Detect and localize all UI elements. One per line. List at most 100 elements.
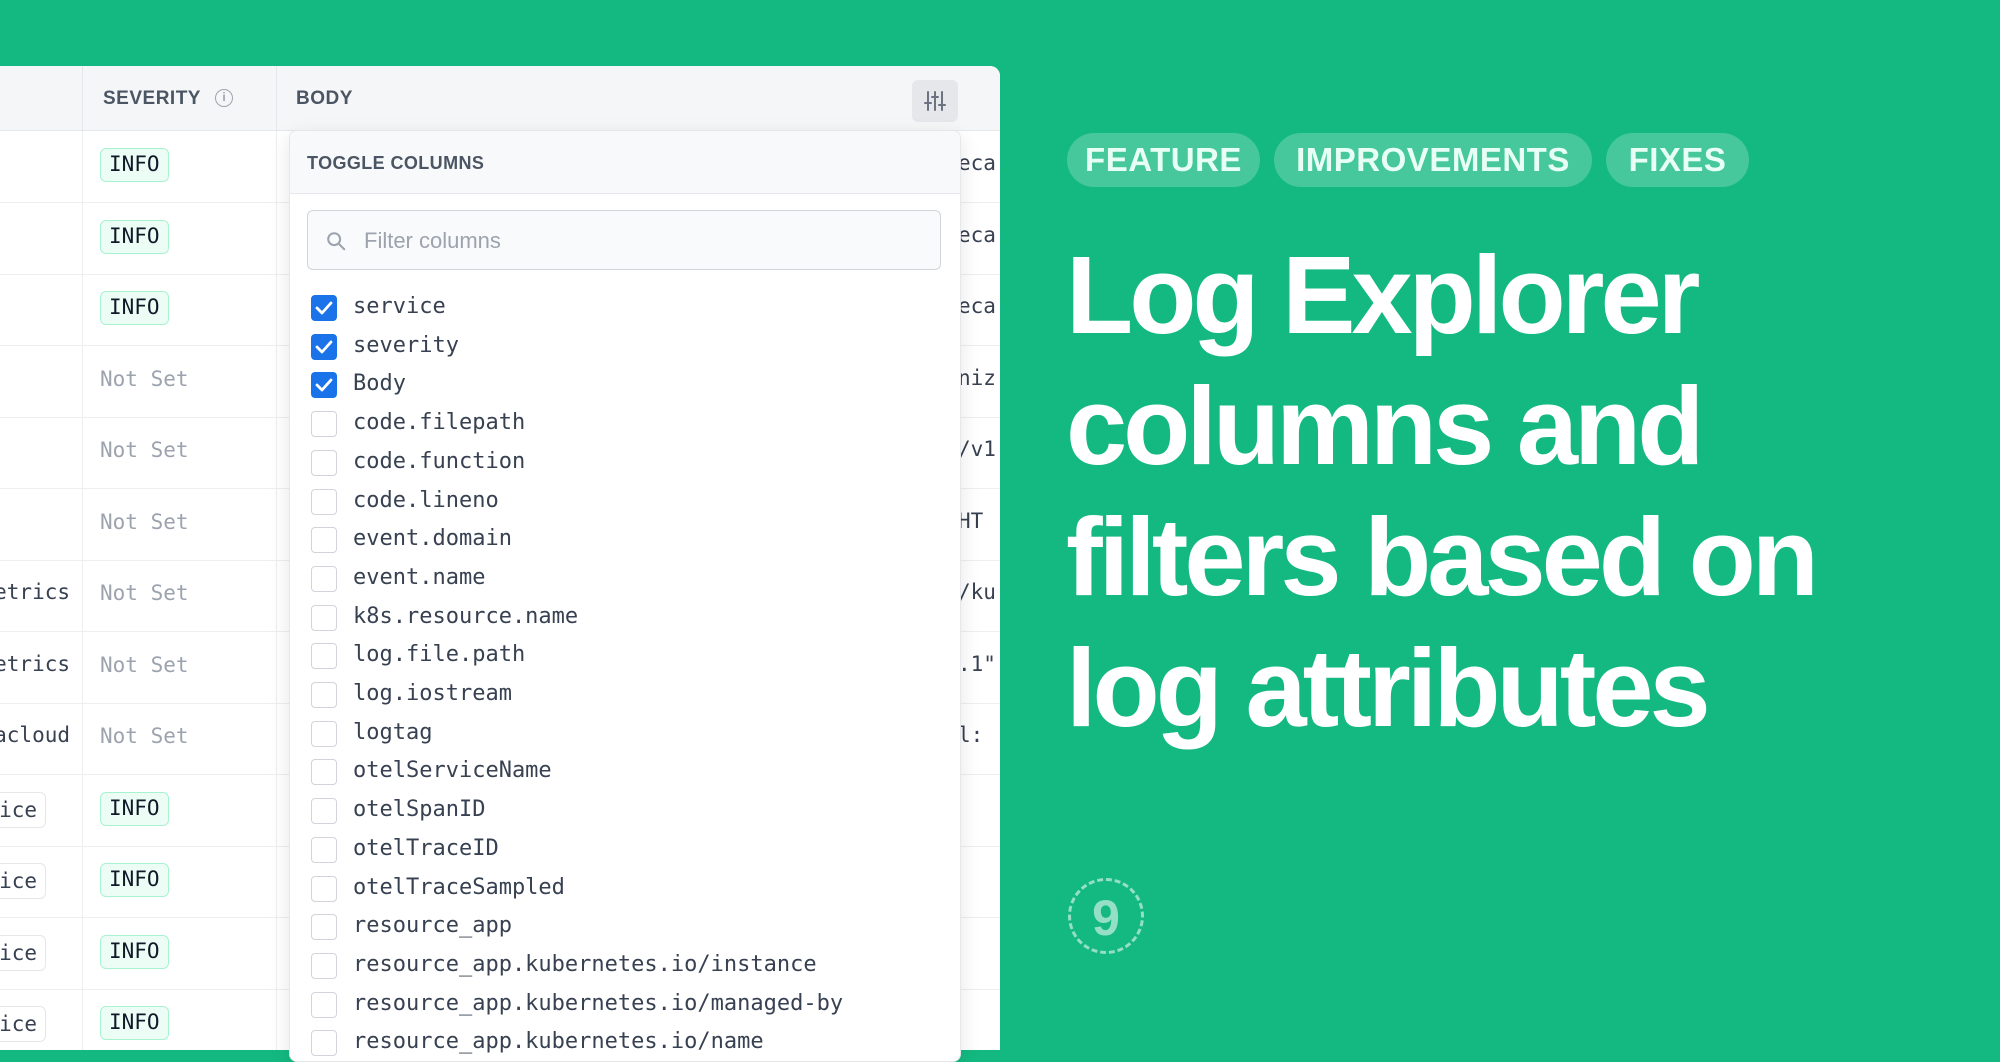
column-option[interactable]: event.domain	[311, 525, 931, 555]
severity-cell: INFO	[100, 863, 169, 897]
column-option[interactable]: event.name	[311, 564, 931, 594]
column-checkbox[interactable]	[311, 295, 337, 321]
column-option[interactable]: resource_app.kubernetes.io/name	[311, 1028, 931, 1058]
column-option-label: service	[353, 294, 446, 319]
column-checkbox[interactable]	[311, 875, 337, 902]
column-option[interactable]: logtag	[311, 719, 931, 749]
column-checkbox[interactable]	[311, 333, 337, 360]
column-option[interactable]: otelServiceName	[311, 757, 931, 787]
dropdown-title: TOGGLE COLUMNS	[307, 153, 485, 173]
column-option[interactable]: severity	[311, 332, 931, 362]
column-divider	[276, 488, 277, 560]
column-divider	[276, 631, 277, 703]
column-divider	[276, 846, 277, 917]
column-option[interactable]: log.iostream	[311, 680, 931, 710]
column-divider	[82, 202, 83, 274]
column-option[interactable]: resource_app.kubernetes.io/managed-by	[311, 990, 931, 1020]
body-cell: HT	[958, 508, 984, 533]
severity-cell: Not Set	[100, 652, 189, 677]
service-chip: ice	[0, 1006, 46, 1042]
column-divider	[82, 703, 83, 774]
column-divider	[276, 345, 277, 417]
column-checkbox[interactable]	[311, 449, 337, 476]
column-option-label: k8s.resource.name	[353, 603, 579, 629]
column-checkbox[interactable]	[311, 759, 337, 786]
column-checkbox[interactable]	[311, 952, 337, 979]
column-option-label: log.iostream	[353, 681, 512, 706]
column-checkbox[interactable]	[311, 488, 337, 515]
column-divider	[82, 917, 83, 989]
column-option[interactable]: code.lineno	[311, 487, 931, 517]
column-option-label: code.lineno	[353, 487, 499, 513]
severity-cell: Not Set	[100, 366, 189, 391]
severity-cell: INFO	[100, 791, 169, 826]
column-option-label: code.function	[353, 448, 526, 474]
severity-cell: Not Set	[100, 581, 189, 605]
column-option[interactable]: service	[311, 293, 931, 323]
column-divider	[82, 488, 83, 560]
severity-cell: Not Set	[100, 438, 189, 462]
filter-columns-input[interactable]	[362, 211, 926, 270]
column-option-label: resource_app	[353, 913, 512, 939]
service-chip: ice	[0, 863, 46, 899]
column-checkbox[interactable]	[311, 604, 337, 631]
toggle-columns-dropdown: TOGGLE COLUMNS service severity Body code.f…	[289, 130, 961, 1062]
column-option[interactable]: log.file.path	[311, 641, 931, 671]
column-divider	[276, 202, 277, 274]
column-option[interactable]: resource_app.kubernetes.io/instance	[311, 951, 931, 981]
column-option[interactable]: otelTraceSampled	[311, 874, 931, 904]
service-cell: etrics	[0, 580, 70, 604]
column-option[interactable]: Body	[311, 370, 931, 400]
column-option[interactable]: code.filepath	[311, 409, 931, 439]
severity-cell: INFO	[100, 148, 169, 182]
column-checkbox[interactable]	[311, 411, 337, 438]
column-option-label: otelServiceName	[353, 758, 552, 784]
column-option[interactable]: k8s.resource.name	[311, 603, 931, 633]
column-checkbox[interactable]	[311, 991, 337, 1018]
column-settings-button[interactable]	[912, 80, 958, 122]
column-divider	[82, 560, 83, 631]
column-divider	[276, 989, 277, 1050]
column-checkbox[interactable]	[311, 720, 337, 747]
column-option[interactable]: resource_app	[311, 912, 931, 942]
body-column-header[interactable]: BODY	[296, 88, 353, 110]
column-option-label: otelSpanID	[353, 797, 486, 823]
column-option[interactable]: otelSpanID	[311, 796, 931, 826]
body-cell: niz	[958, 365, 996, 390]
column-checkbox[interactable]	[311, 565, 337, 592]
severity-cell: INFO	[100, 291, 169, 325]
filter-columns-field[interactable]	[307, 210, 941, 270]
column-checkbox[interactable]	[311, 643, 337, 670]
column-checkbox[interactable]	[311, 527, 337, 554]
column-checkbox[interactable]	[311, 914, 337, 941]
column-checkbox[interactable]	[311, 836, 337, 863]
tag-improvements: IMPROVEMENTS	[1274, 133, 1592, 187]
info-icon[interactable]: i	[215, 89, 233, 107]
column-divider	[276, 66, 277, 130]
service-cell: etrics	[0, 651, 70, 676]
column-checkbox[interactable]	[311, 682, 337, 708]
column-option[interactable]: otelTraceID	[311, 835, 931, 865]
column-checkbox[interactable]	[311, 798, 337, 825]
column-divider	[82, 417, 83, 488]
body-cell: /ku	[958, 580, 996, 604]
column-checkbox[interactable]	[311, 372, 337, 399]
number-badge: 9	[1068, 878, 1144, 954]
body-cell: /v1	[958, 437, 996, 461]
service-cell: acloud	[0, 723, 70, 747]
severity-cell: Not Set	[100, 509, 189, 534]
column-divider	[82, 66, 83, 130]
tag-fixes: FIXES	[1606, 133, 1749, 187]
check-icon	[315, 378, 333, 392]
column-divider	[276, 274, 277, 345]
column-checkbox[interactable]	[311, 1030, 337, 1057]
severity-cell: Not Set	[100, 724, 189, 748]
column-option-label: resource_app.kubernetes.io/instance	[353, 951, 817, 977]
column-option-label: code.filepath	[353, 410, 526, 436]
body-cell: eca	[958, 222, 996, 247]
search-icon	[327, 232, 346, 251]
column-divider	[82, 989, 83, 1050]
severity-column-header[interactable]: SEVERITY	[103, 88, 201, 110]
column-divider	[276, 774, 277, 846]
column-option[interactable]: code.function	[311, 448, 931, 478]
